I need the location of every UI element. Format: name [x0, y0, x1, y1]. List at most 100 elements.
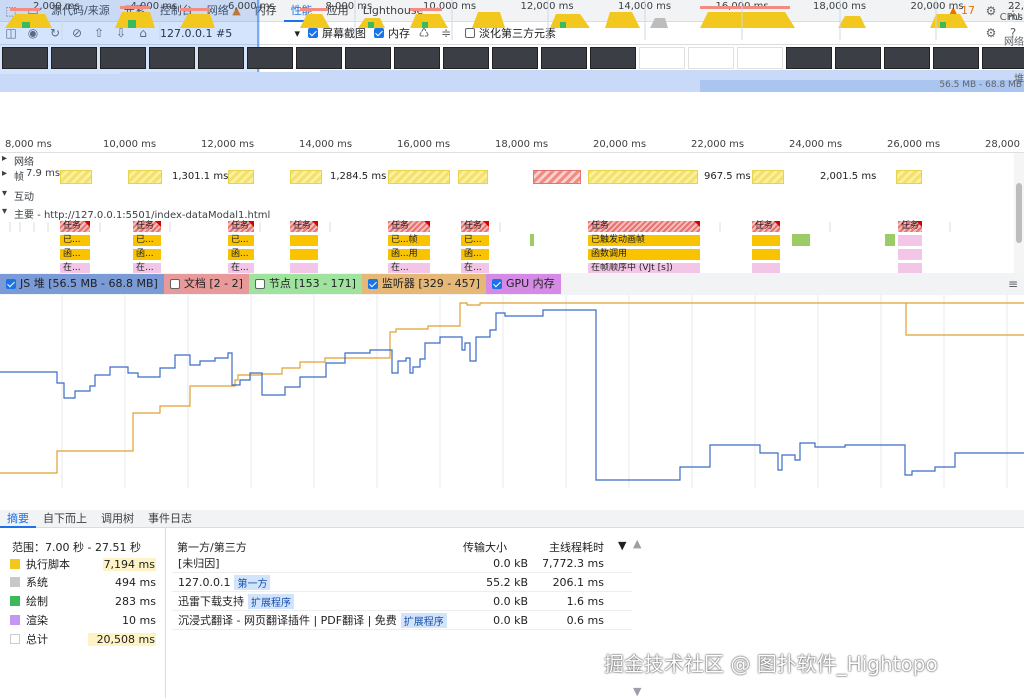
filmstrip-thumbnail[interactable]	[443, 47, 489, 69]
network-track[interactable]: ▸ 网络	[0, 153, 1014, 168]
frame[interactable]	[752, 170, 784, 184]
task-block[interactable]: 任务	[388, 221, 430, 232]
listeners-line-tail	[905, 303, 1024, 336]
column-header-party[interactable]: 第一方/第三方	[177, 539, 247, 555]
filmstrip-thumbnail[interactable]	[198, 47, 244, 69]
task-block[interactable]: 任务	[588, 221, 700, 232]
js-heap-checkbox[interactable]	[6, 279, 16, 289]
animation-frame-block[interactable]: 已...	[228, 235, 254, 246]
frame-sequence-block[interactable]	[898, 235, 922, 246]
frames-track[interactable]: ▸ 帧 7.9 ms 1,301.1 ms 1,284.5 ms 967.5 m…	[0, 168, 1014, 186]
drag-handle-icon[interactable]: ≡	[1005, 276, 1021, 292]
function-call-block[interactable]: 函...用	[388, 249, 430, 260]
filmstrip-thumbnail[interactable]	[345, 47, 391, 69]
filmstrip-thumbnail[interactable]	[296, 47, 342, 69]
function-call-block[interactable]	[752, 249, 780, 260]
filmstrip-thumbnail[interactable]	[51, 47, 97, 69]
column-header-transfer[interactable]: 传输大小	[463, 539, 507, 555]
counter-listeners[interactable]: 监听器 [329 - 457]	[361, 274, 486, 294]
ruler-tick-label: 28,000	[985, 139, 1020, 150]
ruler-tick-label: 8,000 ms	[5, 139, 52, 150]
animation-frame-block[interactable]: 已...	[461, 235, 489, 246]
legend-swatch	[10, 577, 20, 587]
animation-frame-block[interactable]: 已...	[133, 235, 161, 246]
frame[interactable]	[458, 170, 488, 184]
timeline-overview[interactable]: 2,000 ms 4,000 ms 6,000 ms 8,000 ms 10,000 m…	[0, 0, 1024, 92]
tab-summary[interactable]: 摘要	[0, 510, 36, 528]
filmstrip-thumbnail[interactable]	[786, 47, 832, 69]
filmstrip-thumbnail[interactable]	[639, 47, 685, 69]
task-block[interactable]: 任务	[228, 221, 254, 232]
filmstrip-thumbnail[interactable]	[492, 47, 538, 69]
animation-frame-block[interactable]	[290, 235, 318, 246]
task-block[interactable]: 任务	[898, 221, 922, 232]
tab-event-log[interactable]: 事件日志	[141, 510, 199, 528]
table-row[interactable]: [未归因] 0.0 kB 7,772.3 ms	[172, 554, 632, 573]
task-block[interactable]: 任务	[60, 221, 90, 232]
animation-frame-block[interactable]: 已...	[60, 235, 90, 246]
table-row[interactable]: 127.0.0.1 第一方 55.2 kB 206.1 ms	[172, 573, 632, 592]
animation-frame-block[interactable]: 已触发动画帧	[588, 235, 700, 246]
function-call-block[interactable]	[290, 249, 318, 260]
filmstrip-thumbnail[interactable]	[835, 47, 881, 69]
dropped-frame[interactable]	[533, 170, 581, 184]
filmstrip-thumbnail[interactable]	[688, 47, 734, 69]
summary-divider	[165, 528, 166, 698]
interactions-track[interactable]: ▾ 互动	[0, 188, 1014, 203]
frame-duration: 1,284.5 ms	[330, 171, 387, 182]
table-row[interactable]: 沉浸式翻译 - 网页翻译插件 | PDF翻译 | 免费 扩展程序 0.0 kB 0.6…	[172, 611, 632, 630]
counter-documents[interactable]: 文档 [2 - 2]	[163, 274, 249, 294]
tab-bottom-up[interactable]: 自下而上	[36, 510, 94, 528]
documents-checkbox[interactable]	[169, 279, 180, 289]
filmstrip-thumbnail[interactable]	[149, 47, 195, 69]
filmstrip-thumbnail[interactable]	[2, 47, 48, 69]
legend-swatch	[10, 634, 20, 644]
tab-call-tree[interactable]: 调用树	[94, 510, 141, 528]
frame[interactable]	[128, 170, 162, 184]
filmstrip-thumbnail[interactable]	[590, 47, 636, 69]
function-call-block[interactable]: 函...	[60, 249, 90, 260]
frame[interactable]	[896, 170, 922, 184]
listeners-checkbox[interactable]	[367, 279, 378, 289]
main-thread-header[interactable]: ▾ 主要 - http://127.0.0.1:5501/index-dataM…	[0, 206, 1014, 221]
frame[interactable]	[228, 170, 254, 184]
task-block[interactable]: 任务	[133, 221, 161, 232]
flame-scrollbar[interactable]	[1014, 153, 1024, 273]
frame[interactable]	[60, 170, 92, 184]
counter-js-heap[interactable]: JS 堆 [56.5 MB - 68.8 MB]	[0, 274, 164, 294]
interactions-track-label: 互动	[14, 192, 34, 203]
task-block[interactable]: 任务	[752, 221, 780, 232]
frame[interactable]	[388, 170, 450, 184]
function-call-block[interactable]: 函数调用	[588, 249, 700, 260]
function-call-block[interactable]: 函...	[461, 249, 489, 260]
filmstrip-thumbnail[interactable]	[100, 47, 146, 69]
task-block[interactable]: 任务	[461, 221, 489, 232]
filmstrip-thumbnail[interactable]	[933, 47, 979, 69]
frame[interactable]	[290, 170, 322, 184]
gpu-memory-checkbox[interactable]	[491, 279, 502, 289]
filmstrip-thumbnail[interactable]	[247, 47, 293, 69]
counter-nodes[interactable]: 节点 [153 - 171]	[248, 274, 362, 294]
memory-counter-graph[interactable]	[0, 295, 1024, 488]
counter-gpu-memory[interactable]: GPU 内存	[485, 274, 561, 294]
scroll-up-icon[interactable]: ▲	[633, 537, 641, 550]
main-flame-chart[interactable]: 任务 已... 函... 在... 任务 已... 函... 在... 任务 已…	[0, 220, 1014, 274]
frame[interactable]	[588, 170, 698, 184]
filmstrip-thumbnail[interactable]	[982, 47, 1024, 69]
nodes-checkbox[interactable]	[254, 279, 265, 289]
animation-frame-block[interactable]: 已...帧	[388, 235, 430, 246]
animation-frame-block[interactable]	[752, 235, 780, 246]
scrollbar-thumb[interactable]	[1016, 183, 1022, 243]
filmstrip-thumbnail[interactable]	[541, 47, 587, 69]
task-block[interactable]: 任务	[290, 221, 318, 232]
function-call-block[interactable]: 函...	[228, 249, 254, 260]
sort-desc-icon[interactable]: ▼	[618, 539, 626, 552]
function-call-block[interactable]: 函...	[133, 249, 161, 260]
frame-sequence-block[interactable]	[898, 249, 922, 260]
filmstrip-thumbnail[interactable]	[737, 47, 783, 69]
scroll-down-icon[interactable]: ▼	[633, 685, 641, 698]
column-header-main-thread[interactable]: 主线程耗时	[549, 539, 604, 555]
filmstrip-thumbnail[interactable]	[884, 47, 930, 69]
table-row[interactable]: 迅雷下载支持 扩展程序 0.0 kB 1.6 ms	[172, 592, 632, 611]
filmstrip-thumbnail[interactable]	[394, 47, 440, 69]
